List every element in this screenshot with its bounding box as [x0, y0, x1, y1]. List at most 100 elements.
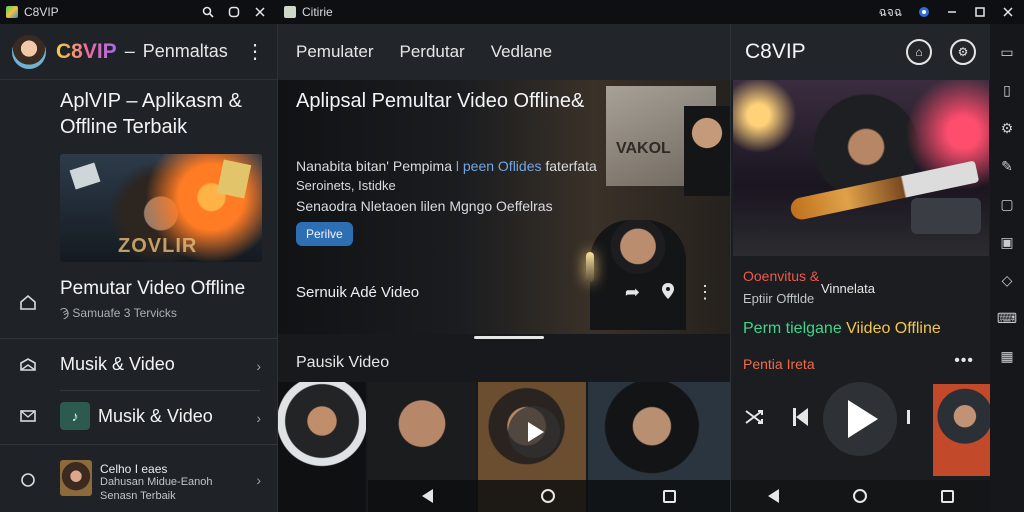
grid-icon[interactable]: ▦ [999, 348, 1015, 364]
card-decoration [69, 162, 101, 190]
card-thumbnail[interactable] [60, 460, 92, 496]
player-title: C8VIP [745, 40, 806, 63]
hero-footer-label: Sernuik Adé Video [296, 284, 420, 301]
video-thumbnail[interactable] [278, 382, 366, 512]
section-subtitle: Ϡ Samuafe 3 Tervicks [60, 306, 177, 320]
close-window-icon[interactable] [1002, 6, 1014, 18]
system-tray: ฉจฉ [730, 0, 1024, 24]
location-icon[interactable] [660, 282, 676, 305]
concert-image[interactable] [733, 80, 989, 256]
hero-description-3: Senaodra Nletaoen lilen Mgngo Oeffelras [296, 198, 553, 214]
section-title[interactable]: Pemutar Video Offline [60, 278, 245, 300]
edge-toolbar: ▭ ▯ ⚙ ✎ ▢ ▣ ◇ ⌨ ▦ [990, 24, 1024, 512]
more-options-icon[interactable]: ⋮ [696, 282, 714, 305]
tag-icon[interactable]: ◇ [999, 272, 1015, 288]
title-separator: – [124, 41, 135, 61]
play-triangle [848, 400, 878, 438]
profile-icon[interactable]: ⌂ [906, 39, 932, 65]
previous-icon[interactable] [793, 408, 808, 426]
chevron-right-icon[interactable]: › [256, 410, 261, 426]
divider [60, 390, 260, 391]
section-heading: Pausik Video [296, 354, 390, 371]
mail-icon[interactable] [18, 406, 38, 426]
panel-icon[interactable]: ▯ [999, 82, 1015, 98]
track-heading: Ooenvitus & [743, 268, 820, 284]
back-icon[interactable] [768, 489, 779, 503]
more-options-icon[interactable]: ••• [954, 352, 974, 370]
menu-item-musik-video-2[interactable]: Musik & Video [98, 406, 213, 427]
cast-icon[interactable]: ▭ [999, 44, 1015, 60]
chevron-right-icon[interactable]: › [256, 472, 261, 488]
close-icon[interactable] [254, 6, 266, 18]
menu-item-musik-video[interactable]: Musik & Video [60, 354, 175, 375]
mid-window-title: Citirie [302, 5, 333, 19]
left-window-title: C8VIP [24, 5, 59, 19]
poster-text: VAKOL [616, 140, 671, 157]
tab-bar: Pemulater Perdutar Vedlane [278, 24, 730, 80]
music-app-icon: ♪ [60, 402, 90, 430]
track-title: Perm tielgane Viideo Offline [743, 320, 941, 338]
primary-action-button[interactable]: Perilve [296, 222, 353, 246]
chevron-right-icon[interactable]: › [256, 358, 261, 374]
hero-desc-end: faterfata [545, 158, 597, 174]
search-icon[interactable] [202, 6, 214, 18]
minimize-icon[interactable] [946, 6, 958, 18]
track-artist: Pentia Ireta [743, 356, 815, 372]
gear-icon[interactable]: ⚙ [999, 120, 1015, 136]
mid-window-titlebar: Citirie [278, 0, 730, 24]
settings-icon[interactable]: ⚙ [950, 39, 976, 65]
left-header-title: Penmaltas [142, 41, 228, 61]
home-nav-icon[interactable] [541, 489, 555, 503]
play-pause-button[interactable] [823, 382, 897, 456]
prev-triangle [796, 408, 808, 426]
hero-title: Aplipsal Pemultar Video Offline& [296, 90, 585, 112]
drum-image [911, 198, 981, 234]
divider [0, 338, 278, 339]
shuffle-icon[interactable] [743, 406, 765, 434]
divider [0, 444, 278, 445]
hero-actions: ➦ ⋮ [625, 282, 714, 305]
power-icon[interactable] [18, 470, 38, 490]
hero-banner[interactable]: VAKOL Aplipsal Pemultar Video Offline& N… [278, 80, 730, 334]
chat-icon[interactable] [18, 356, 38, 376]
refresh-icon[interactable] [228, 6, 240, 18]
section-subtitle-text: Samuafe 3 Tervicks [72, 306, 177, 320]
back-icon[interactable] [422, 489, 433, 503]
avatar[interactable] [12, 34, 46, 69]
tab-pemulater[interactable]: Pemulater [296, 42, 373, 62]
pip-icon[interactable]: ▣ [999, 234, 1015, 250]
keyboard-icon[interactable]: ⌨ [997, 310, 1017, 326]
tab-perdutar[interactable]: Perdutar [399, 42, 464, 62]
tab-vedlane[interactable]: Vedlane [491, 42, 552, 62]
tray-status-text: ฉจฉ [878, 4, 902, 19]
network-icon[interactable] [918, 6, 930, 18]
next-icon[interactable] [907, 410, 910, 424]
drag-handle[interactable] [474, 336, 544, 339]
background-person-image [684, 106, 730, 196]
edit-icon[interactable]: ✎ [999, 158, 1015, 174]
card-decoration [216, 159, 252, 199]
screen-icon[interactable]: ▢ [999, 196, 1015, 212]
left-window-titlebar: C8VIP [0, 0, 278, 24]
middle-panel: Pemulater Perdutar Vedlane VAKOL Aplipsa… [278, 24, 730, 512]
player-panel: C8VIP ⌂ ⚙ Ooenvitus & Vinnelata Eptiir O… [730, 24, 991, 512]
card-title: Celho I eaes [100, 462, 168, 476]
recents-icon[interactable] [941, 489, 954, 503]
share-icon[interactable]: ➦ [625, 282, 640, 305]
recents-icon[interactable] [663, 489, 676, 503]
hero-desc-link[interactable]: l peen Oflides [456, 158, 542, 174]
home-nav-icon[interactable] [853, 489, 867, 503]
person-image [590, 220, 686, 330]
left-header: C8VIP – Penmaltas ⋮ [0, 24, 277, 80]
next-track-thumbnail[interactable] [933, 384, 991, 476]
more-options-icon[interactable]: ⋮ [245, 39, 265, 64]
card-subtitle: Dahusan Midue-Eanoh [100, 476, 213, 488]
android-nav-bar [368, 480, 730, 512]
featured-thumbnail[interactable]: ZOVLIR [60, 154, 262, 262]
sub-icon: Ϡ [60, 306, 70, 320]
android-nav-bar [731, 480, 991, 512]
home-icon[interactable] [18, 292, 38, 312]
play-icon[interactable] [508, 406, 560, 458]
maximize-icon[interactable] [974, 6, 986, 18]
play-triangle [528, 422, 544, 442]
